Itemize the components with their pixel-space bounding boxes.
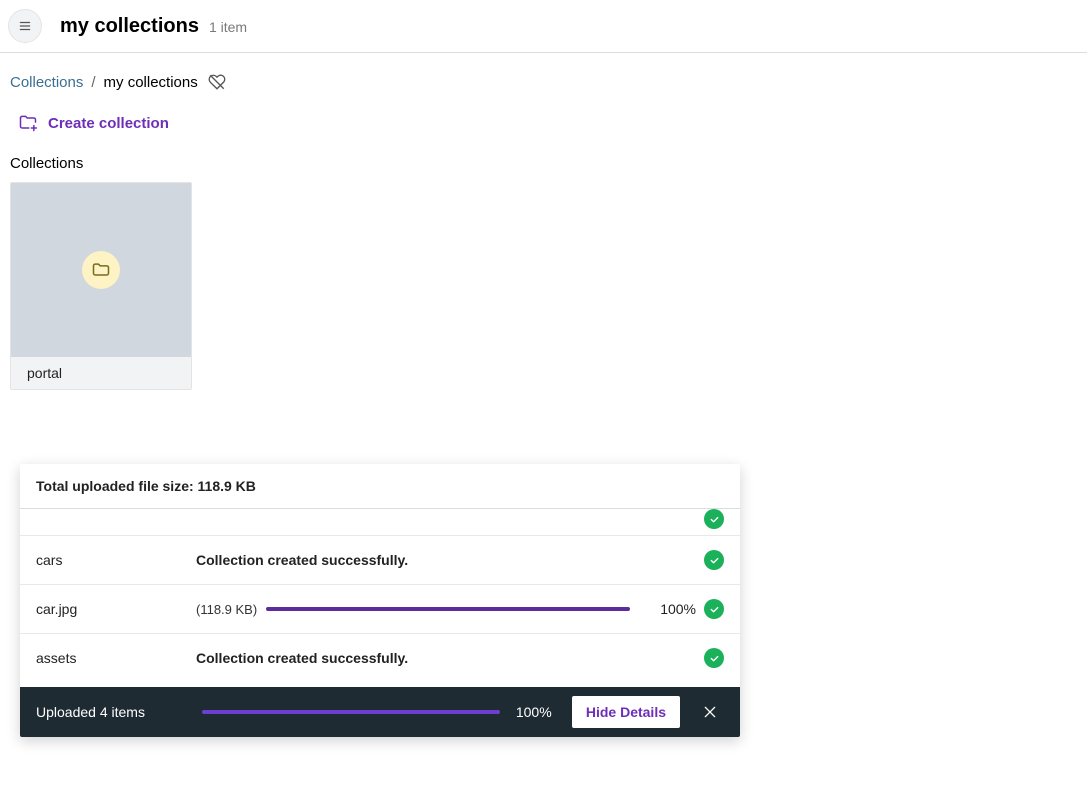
create-collection-button[interactable]: Create collection xyxy=(0,91,1087,133)
breadcrumb-root[interactable]: Collections xyxy=(10,74,83,91)
upload-footer: Uploaded 4 items 100% Hide Details xyxy=(20,687,740,737)
collections-section-label: Collections xyxy=(0,133,1087,182)
create-collection-label: Create collection xyxy=(48,115,169,132)
upload-row: assets Collection created successfully. xyxy=(20,634,740,682)
check-icon xyxy=(709,514,720,525)
upload-item-name: cars xyxy=(36,552,196,568)
upload-item-message: Collection created successfully. xyxy=(196,552,696,568)
check-icon xyxy=(709,604,720,615)
upload-row: cars Collection created successfully. xyxy=(20,536,740,585)
success-badge xyxy=(704,550,724,570)
upload-list[interactable]: cars Collection created successfully. ca… xyxy=(20,509,740,687)
collection-card[interactable]: portal xyxy=(10,182,192,390)
upload-item-message: Collection created successfully. xyxy=(196,650,696,666)
check-icon xyxy=(709,555,720,566)
upload-progress-percent: 100% xyxy=(646,601,696,617)
upload-progress-bar xyxy=(266,607,630,611)
breadcrumb: Collections / my collections xyxy=(0,53,1087,91)
hamburger-icon xyxy=(18,19,32,33)
folder-plus-icon xyxy=(18,113,38,133)
page-title: my collections xyxy=(60,15,199,38)
menu-button[interactable] xyxy=(8,9,42,43)
upload-total-percent: 100% xyxy=(516,704,556,720)
item-count: 1 item xyxy=(209,19,247,35)
success-badge xyxy=(704,648,724,668)
breadcrumb-separator: / xyxy=(91,74,95,91)
close-panel-button[interactable] xyxy=(696,698,724,726)
upload-row: car.jpg (118.9 KB) 100% xyxy=(20,585,740,634)
upload-item-name: car.jpg xyxy=(36,601,196,617)
upload-total-progress-bar xyxy=(202,710,500,714)
success-badge xyxy=(704,509,724,529)
upload-row xyxy=(20,509,740,536)
hide-details-button[interactable]: Hide Details xyxy=(572,696,680,728)
collection-name: portal xyxy=(11,357,191,389)
upload-status: Uploaded 4 items xyxy=(36,704,186,720)
folder-icon xyxy=(91,260,111,280)
close-icon xyxy=(702,704,718,720)
upload-item-size: (118.9 KB) xyxy=(196,602,266,617)
collection-thumbnail xyxy=(11,183,191,357)
check-icon xyxy=(709,653,720,664)
upload-item-name: assets xyxy=(36,650,196,666)
upload-panel: Total uploaded file size: 118.9 KB cars … xyxy=(20,464,740,737)
success-badge xyxy=(704,599,724,619)
breadcrumb-current: my collections xyxy=(104,74,198,91)
favorite-icon[interactable] xyxy=(208,73,226,91)
upload-total-label: Total uploaded file size: 118.9 KB xyxy=(20,464,740,509)
